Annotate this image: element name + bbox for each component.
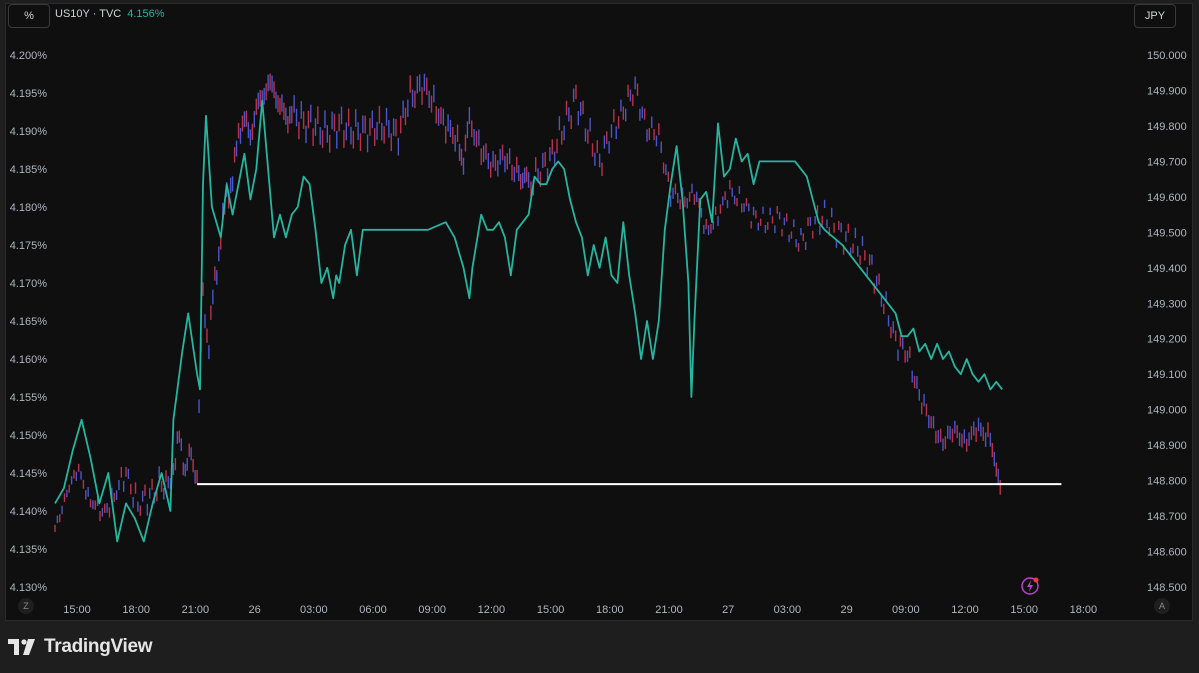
footer: TradingView (8, 636, 153, 658)
lightning-alert-icon[interactable] (1020, 576, 1040, 596)
right-axis-tick-label: 149.700 (1147, 156, 1187, 168)
left-axis-tick-label: 4.170% (10, 278, 48, 290)
right-axis-tick-label: 149.500 (1147, 227, 1187, 239)
left-axis-tick-label: 4.175% (10, 240, 48, 252)
right-axis-tick-label: 149.100 (1147, 369, 1187, 381)
left-axis-tick-label: 4.195% (10, 88, 48, 100)
left-axis-tick-label: 4.165% (10, 316, 48, 328)
x-axis-tick-label: 06:00 (359, 604, 387, 616)
x-axis-tick-label: 09:00 (418, 604, 446, 616)
x-axis-tick-label: 15:00 (1010, 604, 1038, 616)
x-axis-tick-label: 15:00 (537, 604, 565, 616)
x-axis-tick-label: 21:00 (655, 604, 683, 616)
right-axis-tick-label: 148.900 (1147, 440, 1187, 452)
x-axis-tick-label: 27 (722, 604, 734, 616)
right-axis-tick-label: 149.900 (1147, 85, 1187, 97)
tradingview-logo-icon (8, 639, 35, 655)
x-axis-tick-label: 18:00 (122, 604, 150, 616)
timezone-button[interactable]: Z (18, 598, 34, 614)
currency-scale-button[interactable]: JPY (1134, 4, 1176, 28)
right-axis-tick-label: 148.700 (1147, 511, 1187, 523)
x-axis-tick-label: 12:00 (478, 604, 506, 616)
x-axis-tick-label: 15:00 (63, 604, 91, 616)
x-axis-tick-label: 18:00 (596, 604, 624, 616)
left-axis-tick-label: 4.145% (10, 468, 48, 480)
right-axis-tick-label: 150.000 (1147, 50, 1187, 62)
x-axis-tick-label: 29 (840, 604, 852, 616)
x-axis-tick-label: 03:00 (300, 604, 328, 616)
symbol-name: US10Y · TVC (55, 8, 122, 20)
x-axis-tick-label: 09:00 (892, 604, 920, 616)
right-axis-tick-label: 148.500 (1147, 582, 1187, 594)
symbol-legend: US10Y · TVC 4.156% (55, 8, 165, 20)
left-axis-tick-label: 4.140% (10, 506, 48, 518)
left-axis-tick-label: 4.155% (10, 392, 48, 404)
right-axis-tick-label: 149.200 (1147, 334, 1187, 346)
right-axis-tick-label: 148.800 (1147, 476, 1187, 488)
left-axis-tick-label: 4.160% (10, 354, 48, 366)
symbol-value: 4.156% (127, 8, 165, 20)
chart-area[interactable]: 4.200% 4.195% 4.190% 4.185% 4.180% 4.175% 4.17… (0, 0, 1199, 621)
left-axis-tick-label: 4.185% (10, 164, 48, 176)
x-axis-tick-label: 03:00 (774, 604, 802, 616)
left-axis-tick-label: 4.200% (10, 50, 48, 62)
left-axis-tick-label: 4.135% (10, 544, 48, 556)
right-axis-tick-label: 149.800 (1147, 121, 1187, 133)
x-axis-tick-label: 12:00 (951, 604, 979, 616)
right-axis-tick-label: 148.600 (1147, 547, 1187, 559)
left-axis-tick-label: 4.150% (10, 430, 48, 442)
left-axis-tick-label: 4.190% (10, 126, 48, 138)
brand-name: TradingView (44, 636, 153, 657)
right-axis-tick-label: 149.300 (1147, 298, 1187, 310)
percent-scale-button[interactable]: % (8, 4, 50, 28)
left-axis-tick-label: 4.180% (10, 202, 48, 214)
x-axis-tick-label: 18:00 (1070, 604, 1098, 616)
right-axis-tick-label: 149.600 (1147, 192, 1187, 204)
x-axis-tick-label: 21:00 (182, 604, 210, 616)
right-axis-tick-label: 149.400 (1147, 263, 1187, 275)
auto-scale-button[interactable]: A (1154, 598, 1170, 614)
left-axis-tick-label: 4.130% (10, 582, 48, 594)
x-axis-tick-label: 26 (248, 604, 260, 616)
right-axis-tick-label: 149.000 (1147, 405, 1187, 417)
